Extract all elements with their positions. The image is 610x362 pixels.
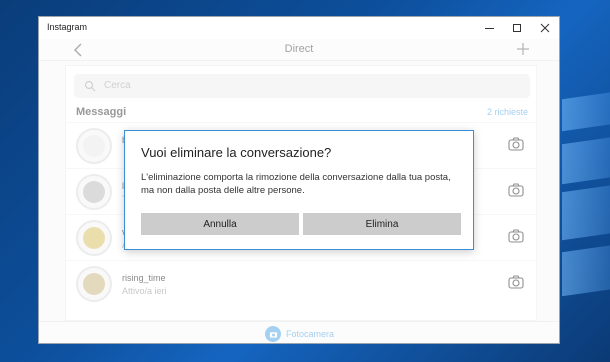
title-bar[interactable]: Instagram — [39, 17, 559, 39]
delete-button[interactable]: Elimina — [303, 213, 461, 235]
maximize-button[interactable] — [503, 19, 531, 37]
delete-conversation-dialog: Vuoi eliminare la conversazione? L'elimi… — [124, 130, 474, 250]
desktop-light-ray — [562, 135, 610, 185]
minimize-icon — [484, 27, 494, 29]
close-icon — [540, 23, 550, 33]
maximize-icon — [513, 24, 521, 32]
desktop-light-ray — [562, 243, 610, 297]
minimize-button[interactable] — [475, 19, 503, 37]
desktop-light-ray — [562, 183, 610, 241]
cancel-button[interactable]: Annulla — [141, 213, 299, 235]
dialog-message: L'eliminazione comporta la rimozione del… — [141, 172, 451, 196]
close-button[interactable] — [531, 19, 559, 37]
dialog-title: Vuoi eliminare la conversazione? — [141, 145, 332, 160]
desktop-light-ray — [562, 90, 610, 132]
window-title: Instagram — [47, 22, 88, 32]
